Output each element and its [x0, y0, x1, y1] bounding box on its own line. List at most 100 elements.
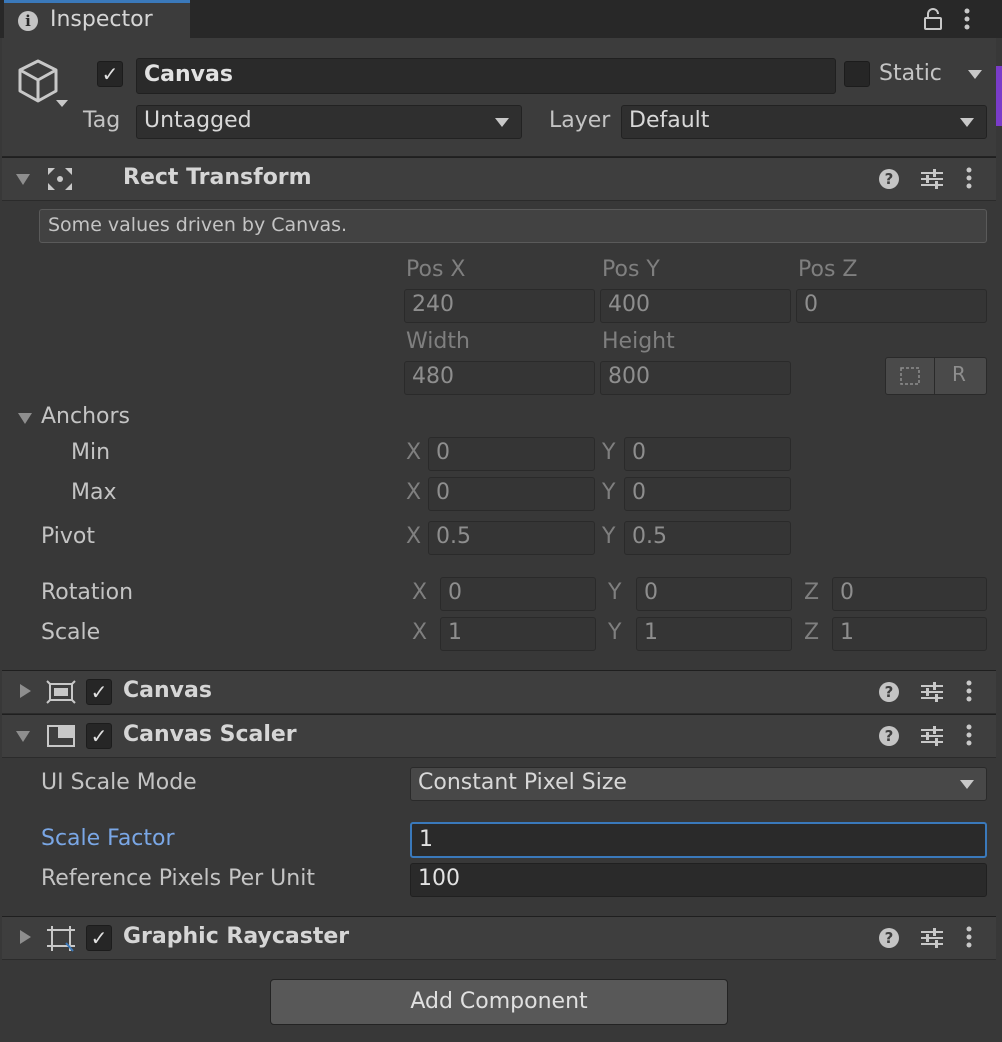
- toggle-divider: [934, 358, 935, 394]
- icon-dropdown-caret[interactable]: [56, 100, 68, 107]
- foldout-expanded-icon: [16, 731, 30, 742]
- gameobject-header: [2, 38, 996, 157]
- help-icon[interactable]: ?: [879, 928, 899, 948]
- tab-inspector[interactable]: i Inspector: [4, 0, 190, 40]
- ui-scale-mode-label: UI Scale Mode: [41, 770, 197, 795]
- help-icon[interactable]: ?: [879, 682, 899, 702]
- help-icon[interactable]: ?: [879, 169, 899, 189]
- canvas-scaler-title: Canvas Scaler: [123, 722, 297, 747]
- tag-label: Tag: [83, 108, 121, 133]
- height-label: Height: [602, 329, 675, 354]
- preset-sliders-icon[interactable]: [919, 680, 945, 704]
- scale-y-field[interactable]: 1: [636, 617, 792, 651]
- pos-y-label: Pos Y: [602, 257, 660, 282]
- canvas-enabled-checkbox[interactable]: ✓: [86, 679, 112, 705]
- max-y-axis: Y: [602, 480, 616, 505]
- pivot-x-axis: X: [406, 524, 422, 549]
- static-dropdown-caret[interactable]: [968, 70, 982, 79]
- min-x-axis: X: [406, 440, 422, 465]
- foldout-collapsed-icon: [20, 684, 31, 698]
- rotation-x-axis: X: [412, 580, 428, 605]
- anchor-min-y-field[interactable]: 0: [624, 437, 791, 471]
- height-field[interactable]: 800: [600, 361, 791, 395]
- scale-factor-field[interactable]: 1: [410, 822, 987, 858]
- pos-z-label: Pos Z: [798, 257, 858, 282]
- rect-transform-title: Rect Transform: [123, 165, 312, 190]
- pivot-label: Pivot: [41, 524, 96, 549]
- preset-sliders-icon[interactable]: [919, 926, 945, 950]
- canvas-scaler-header[interactable]: ✓ Canvas Scaler ?: [2, 714, 996, 758]
- gameobject-cube-icon[interactable]: [16, 58, 60, 104]
- info-icon: i: [18, 11, 38, 31]
- scroll-edge: [996, 66, 1002, 126]
- anchors-label[interactable]: Anchors: [41, 404, 130, 429]
- anchor-max-y-field[interactable]: 0: [624, 477, 791, 511]
- gameobject-name-field[interactable]: Canvas: [136, 58, 836, 94]
- foldout-collapsed-icon: [20, 930, 31, 944]
- rotation-y-axis: Y: [608, 580, 622, 605]
- pivot-x-field[interactable]: 0.5: [428, 521, 595, 555]
- scale-label: Scale: [41, 620, 101, 645]
- preset-sliders-icon[interactable]: [919, 167, 945, 191]
- rotation-z-axis: Z: [804, 580, 820, 605]
- component-menu-icon[interactable]: [964, 724, 974, 748]
- static-label: Static: [879, 61, 942, 86]
- chevron-down-icon: [960, 780, 974, 789]
- scale-z-field[interactable]: 1: [832, 617, 987, 651]
- pos-z-field[interactable]: 0: [796, 289, 987, 323]
- tag-value: Untagged: [144, 108, 252, 133]
- max-label: Max: [71, 480, 117, 505]
- component-menu-icon[interactable]: [964, 680, 974, 704]
- pivot-y-axis: Y: [602, 524, 616, 549]
- tag-dropdown[interactable]: Untagged: [136, 105, 522, 139]
- preset-sliders-icon[interactable]: [919, 724, 945, 748]
- rect-transform-header[interactable]: Rect Transform ?: [2, 157, 996, 201]
- anchor-min-x-field[interactable]: 0: [428, 437, 595, 471]
- raw-edit-button[interactable]: R: [952, 362, 966, 386]
- tab-title: Inspector: [50, 7, 153, 32]
- width-label: Width: [406, 329, 470, 354]
- ref-ppu-field[interactable]: 100: [410, 863, 987, 897]
- blueprint-mode-icon[interactable]: [900, 367, 920, 385]
- min-y-axis: Y: [602, 440, 616, 465]
- width-field[interactable]: 480: [404, 361, 595, 395]
- layer-dropdown[interactable]: Default: [621, 105, 987, 139]
- ui-scale-mode-dropdown[interactable]: Constant Pixel Size: [410, 767, 987, 801]
- driven-notice: Some values driven by Canvas.: [39, 209, 987, 243]
- help-icon[interactable]: ?: [879, 726, 899, 746]
- rotation-label: Rotation: [41, 580, 134, 605]
- add-component-button[interactable]: Add Component: [270, 979, 728, 1025]
- rotation-y-field[interactable]: 0: [636, 577, 792, 611]
- scale-factor-label: Scale Factor: [41, 826, 175, 851]
- canvas-icon: [46, 680, 76, 704]
- component-menu-icon[interactable]: [964, 167, 974, 191]
- chevron-down-icon: [495, 118, 509, 127]
- rotation-z-field[interactable]: 0: [832, 577, 987, 611]
- ui-scale-mode-value: Constant Pixel Size: [418, 770, 627, 795]
- graphic-raycaster-enabled-checkbox[interactable]: ✓: [86, 925, 112, 951]
- max-x-axis: X: [406, 480, 422, 505]
- anchor-max-x-field[interactable]: 0: [428, 477, 595, 511]
- static-checkbox[interactable]: [844, 61, 870, 87]
- graphic-raycaster-header[interactable]: ✓ Graphic Raycaster ?: [2, 916, 996, 960]
- component-menu-icon[interactable]: [964, 926, 974, 950]
- inspector-window: i Inspector ✓ Canvas Static Tag Untagged…: [0, 0, 1002, 1042]
- rotation-x-field[interactable]: 0: [440, 577, 596, 611]
- scale-x-field[interactable]: 1: [440, 617, 596, 651]
- canvas-component-title: Canvas: [123, 678, 212, 703]
- pos-y-field[interactable]: 400: [600, 289, 791, 323]
- pivot-y-field[interactable]: 0.5: [624, 521, 791, 555]
- canvas-component-header[interactable]: ✓ Canvas ?: [2, 670, 996, 714]
- tab-menu-icon[interactable]: [962, 8, 972, 32]
- layer-label: Layer: [549, 108, 611, 133]
- anchors-foldout-icon[interactable]: [18, 413, 32, 424]
- graphic-raycaster-icon: [47, 926, 75, 952]
- notice-text: Some values driven by Canvas.: [48, 214, 348, 236]
- blueprint-raw-toggle: R: [885, 357, 987, 395]
- canvas-scaler-enabled-checkbox[interactable]: ✓: [86, 723, 112, 749]
- lock-icon[interactable]: [922, 7, 944, 31]
- pos-x-label: Pos X: [406, 257, 466, 282]
- pos-x-field[interactable]: 240: [404, 289, 595, 323]
- scale-z-axis: Z: [804, 620, 820, 645]
- gameobject-active-checkbox[interactable]: ✓: [97, 61, 123, 87]
